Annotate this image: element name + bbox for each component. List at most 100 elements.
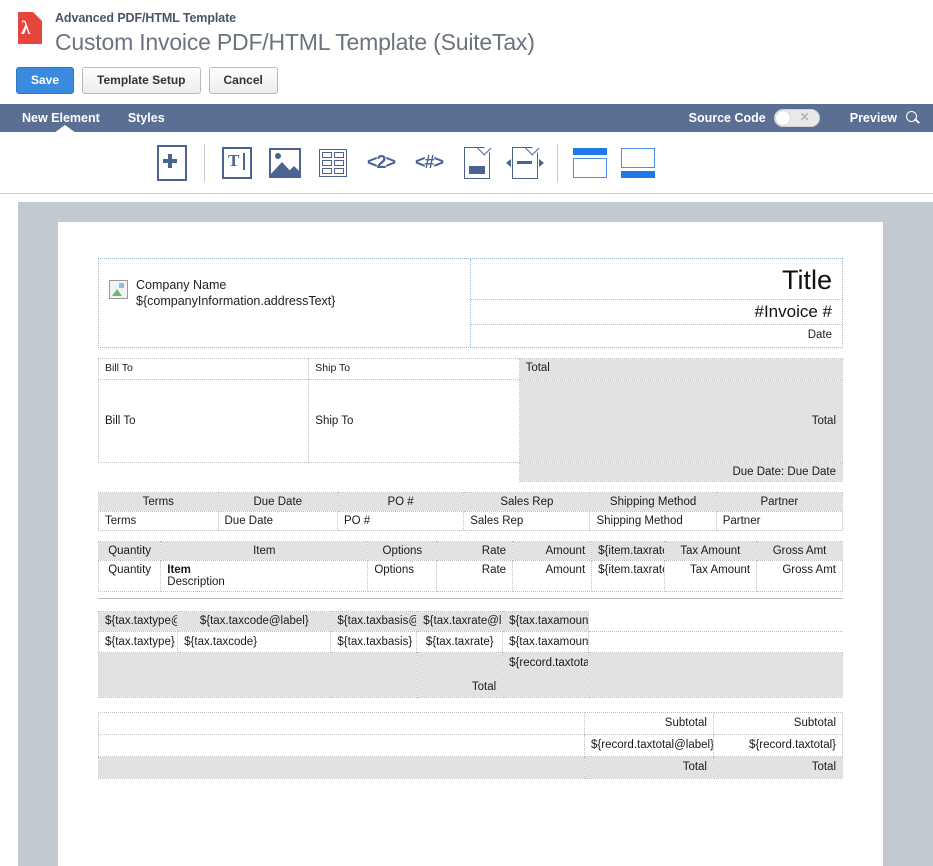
terms-value-4: Shipping Method — [589, 511, 717, 531]
summary-label-2: Total — [584, 756, 714, 779]
footer-icon[interactable] — [453, 140, 501, 185]
summary-value-0: Subtotal — [712, 712, 844, 735]
summary-spacer-1 — [98, 734, 585, 757]
breadcrumb: Advanced PDF/HTML Template — [55, 11, 236, 25]
add-element-icon[interactable] — [148, 141, 196, 185]
image-element-icon[interactable] — [261, 141, 309, 185]
terms-value-1: Due Date — [217, 511, 338, 531]
table-row: ${tax.taxtype} ${tax.taxcode} ${tax.taxb… — [97, 631, 843, 653]
company-block[interactable]: Company Name ${companyInformation.addres… — [99, 259, 471, 347]
bill-to-label: Bill To — [97, 358, 310, 380]
doc-title: Title — [470, 259, 842, 300]
company-address: ${companyInformation.addressText} — [136, 294, 336, 308]
items-header-taxrate: ${item.taxrate@label} — [591, 541, 665, 561]
terms-value-2: PO # — [336, 511, 465, 531]
tax-header-amount: ${tax.taxamount@label} — [502, 611, 590, 632]
tax-header-rate: ${tax.taxrate@label} — [416, 611, 504, 632]
header-titles: Advanced PDF/HTML Template Custom Invoic… — [46, 8, 535, 58]
cancel-button[interactable]: Cancel — [208, 67, 278, 94]
address-total-table[interactable]: Bill To Ship To Total Bill To Ship To To… — [97, 358, 844, 482]
summary-spacer-0 — [98, 712, 585, 735]
field-code-glyph: <#> — [414, 152, 444, 172]
page-title: Custom Invoice PDF/HTML Template (SuiteT… — [55, 29, 535, 55]
source-code-toggle[interactable]: ✕ — [773, 109, 820, 127]
summary-table[interactable]: Subtotal Subtotal ${record.taxtotal@labe… — [98, 712, 844, 779]
title-block[interactable]: Title #Invoice # Date — [470, 259, 842, 347]
due-date-value: Due Date: Due Date — [518, 462, 844, 482]
terms-header-1: Due Date — [217, 492, 338, 512]
editor-tabbar: New Element Styles Source Code ✕ Preview — [0, 104, 933, 133]
header-title-row: λ Advanced PDF/HTML Template Custom Invo… — [0, 8, 933, 58]
element-toolbar: T <2> <#> — [0, 132, 933, 194]
band-top-icon[interactable] — [566, 141, 614, 185]
tax-total-spacer — [97, 652, 418, 698]
terms-table[interactable]: Terms Due Date PO # Sales Rep Shipping M… — [98, 492, 844, 531]
tax-header-code: ${tax.taxcode@label} — [177, 611, 332, 632]
items-header-quantity: Quantity — [97, 541, 162, 561]
toolbar-divider — [204, 143, 205, 182]
table-row: Quantity Item Description Options Rate A… — [97, 560, 843, 592]
invoice-document: Company Name ${companyInformation.addres… — [58, 222, 883, 779]
tax-cell-blank — [588, 631, 843, 653]
ship-to-label: Ship To — [308, 358, 520, 380]
band-bottom-icon[interactable] — [614, 141, 662, 185]
tax-total-blank — [588, 652, 843, 698]
items-cell-gross-amt: Gross Amt — [756, 560, 843, 592]
tab-styles-label: Styles — [127, 111, 165, 125]
summary-label-0: Subtotal — [584, 712, 714, 735]
page-number-icon[interactable]: <2> — [357, 141, 405, 185]
pdf-icon-glyph: λ — [21, 18, 31, 39]
items-header-gross-amt: Gross Amt — [756, 541, 843, 561]
tax-total-label: Total — [416, 652, 504, 698]
tax-cell-type: ${tax.taxtype} — [97, 631, 179, 653]
table-element-icon[interactable] — [309, 141, 357, 185]
text-element-icon[interactable]: T — [213, 141, 261, 185]
template-canvas[interactable]: Company Name ${companyInformation.addres… — [18, 202, 933, 866]
terms-value-5: Partner — [715, 511, 844, 531]
toggle-off-icon: ✕ — [799, 110, 810, 124]
tax-header-blank — [588, 611, 843, 632]
tax-cell-code: ${tax.taxcode} — [177, 631, 332, 653]
pdf-file-icon: λ — [16, 12, 46, 48]
items-cell-item: Item Description — [160, 560, 369, 592]
items-header-item: Item — [160, 541, 369, 561]
items-header-options: Options — [367, 541, 438, 561]
items-divider — [98, 598, 843, 599]
summary-value-1: ${record.taxtotal} — [712, 734, 844, 757]
template-paper[interactable]: Company Name ${companyInformation.addres… — [58, 222, 883, 866]
tax-total-value: ${record.taxtotal} — [502, 652, 590, 698]
summary-label-1: ${record.taxtotal@label} — [584, 734, 714, 757]
bill-to-value: Bill To — [97, 379, 310, 463]
terms-header-0: Terms — [98, 492, 219, 512]
tab-styles[interactable]: Styles — [114, 104, 179, 132]
table-row: Terms Due Date PO # Sales Rep Shipping M… — [98, 492, 844, 512]
items-cell-amount: Amount — [512, 560, 593, 592]
table-row: ${record.taxtotal@label} ${record.taxtot… — [98, 734, 844, 757]
tax-table[interactable]: ${tax.taxtype@label} ${tax.taxcode@label… — [97, 611, 843, 698]
source-code-label: Source Code — [688, 111, 766, 125]
items-cell-options: Options — [367, 560, 438, 592]
table-row: ${tax.taxtype@label} ${tax.taxcode@label… — [97, 611, 843, 632]
tax-cell-basis: ${tax.taxbasis} — [330, 631, 418, 653]
terms-header-5: Partner — [715, 492, 844, 512]
ship-to-value: Ship To — [308, 379, 520, 463]
doc-header-block[interactable]: Company Name ${companyInformation.addres… — [98, 258, 843, 348]
company-lines: Company Name ${companyInformation.addres… — [136, 267, 335, 309]
tax-cell-rate: ${tax.taxrate} — [416, 631, 504, 653]
items-header-tax-amount: Tax Amount — [663, 541, 758, 561]
table-row: Total Total — [98, 756, 844, 779]
total-label: Total — [518, 358, 844, 380]
items-header-rate: Rate — [436, 541, 514, 561]
template-setup-button[interactable]: Template Setup — [82, 67, 201, 94]
items-table[interactable]: Quantity Item Options Rate Amount ${item… — [97, 541, 843, 592]
save-button[interactable]: Save — [16, 67, 75, 94]
magnifier-icon[interactable] — [905, 110, 921, 126]
field-code-icon[interactable]: <#> — [405, 141, 453, 185]
terms-value-3: Sales Rep — [463, 511, 591, 531]
header-icon[interactable] — [501, 140, 549, 185]
page-number-glyph: <2> — [366, 152, 396, 172]
toolbar-divider-2 — [557, 143, 558, 182]
preview-label[interactable]: Preview — [850, 111, 897, 125]
items-cell-rate: Rate — [436, 560, 514, 592]
terms-header-2: PO # — [336, 492, 465, 512]
